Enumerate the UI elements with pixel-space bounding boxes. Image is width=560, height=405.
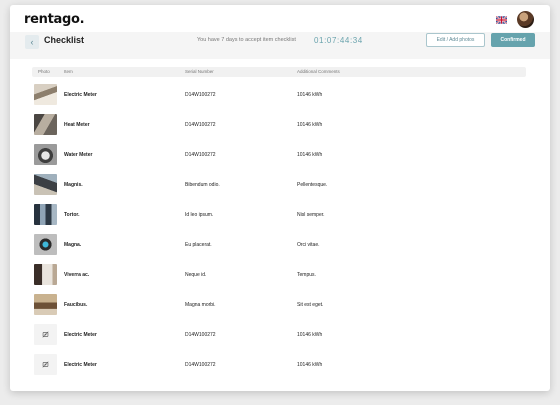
item-photo[interactable] (34, 264, 57, 285)
table-row[interactable]: Electric Meter D14W100272 10146 kWh (32, 319, 526, 349)
table-cell-serial: D14W100272 (185, 122, 216, 128)
accept-message: You have 7 days to accept item checklist (197, 37, 296, 43)
item-photo[interactable] (34, 114, 57, 135)
table-cell-serial: Bibendum odio. (185, 182, 220, 188)
logo[interactable]: rentago. (24, 12, 85, 27)
table-cell-item: Magna. (64, 242, 82, 248)
table-cell-comment: 10146 kWh (297, 92, 323, 98)
column-header-serial: Serial Number (185, 69, 214, 74)
table-cell-comment: 10146 kWh (297, 332, 323, 338)
table-cell-item: Faucibus. (64, 302, 88, 308)
table-cell-item: Electric Meter (64, 362, 97, 368)
table-cell-item: Electric Meter (64, 332, 97, 338)
table-cell-serial: D14W100272 (185, 362, 216, 368)
table-row[interactable]: Faucibus. Magna morbi. Sit est eget. (32, 289, 526, 319)
back-button[interactable]: ‹ (25, 35, 39, 49)
table-cell-item: Tortor. (64, 212, 80, 218)
confirmed-button[interactable]: Confirmed (491, 33, 535, 47)
table-row[interactable]: Electric Meter D14W100272 10146 kWh (32, 79, 526, 109)
no-image-icon[interactable] (34, 354, 57, 375)
page-title: Checklist (44, 35, 85, 45)
table-cell-serial: Magna morbi. (185, 302, 216, 308)
table-row[interactable]: Water Meter D14W100272 10146 kWh (32, 139, 526, 169)
uk-flag-icon[interactable] (496, 16, 507, 24)
table-row[interactable]: Tortor. Id leo ipsum. Nisl semper. (32, 199, 526, 229)
table-row[interactable]: Electric Meter D14W100272 10146 kWh (32, 349, 526, 379)
countdown-timer: 01:07:44:34 (314, 36, 363, 45)
checklist-table: Photo Item Serial Number Additional Comm… (32, 67, 526, 380)
column-header-item: Item (64, 69, 73, 74)
table-cell-item: Magnis. (64, 182, 83, 188)
no-image-icon (42, 331, 49, 338)
table-cell-comment: Nisl semper. (297, 212, 325, 218)
table-cell-comment: Tempus. (297, 272, 316, 278)
table-cell-comment: 10146 kWh (297, 122, 323, 128)
table-row[interactable]: Heat Meter D14W100272 10146 kWh (32, 109, 526, 139)
item-photo[interactable] (34, 144, 57, 165)
table-cell-item: Viverra ac. (64, 272, 90, 278)
table-cell-item: Electric Meter (64, 92, 97, 98)
table-cell-item: Water Meter (64, 152, 93, 158)
avatar[interactable] (517, 11, 534, 28)
table-cell-serial: D14W100272 (185, 152, 216, 158)
table-row[interactable]: Viverra ac. Neque id. Tempus. (32, 259, 526, 289)
item-photo[interactable] (34, 204, 57, 225)
no-image-icon[interactable] (34, 324, 57, 345)
item-photo[interactable] (34, 294, 57, 315)
table-cell-serial: D14W100272 (185, 332, 216, 338)
no-image-icon (42, 361, 49, 368)
chevron-left-icon: ‹ (30, 36, 34, 47)
item-photo[interactable] (34, 84, 57, 105)
table-cell-comment: 10146 kWh (297, 152, 323, 158)
column-header-photo: Photo (38, 69, 50, 74)
top-bar: rentago. (10, 5, 550, 32)
app-window: rentago. ‹ Checklist You have 7 days to … (10, 5, 550, 391)
column-header-comments: Additional Comments (297, 69, 340, 74)
table-cell-serial: Id leo ipsum. (185, 212, 214, 218)
table-cell-serial: Eu placerat. (185, 242, 212, 248)
item-photo[interactable] (34, 174, 57, 195)
edit-add-photos-button[interactable]: Edit / Add photos (426, 33, 485, 47)
table-header: Photo Item Serial Number Additional Comm… (32, 67, 526, 77)
table-cell-serial: Neque id. (185, 272, 207, 278)
table-cell-serial: D14W100272 (185, 92, 216, 98)
table-cell-comment: 10146 kWh (297, 362, 323, 368)
table-cell-item: Heat Meter (64, 122, 90, 128)
table-row[interactable]: Magna. Eu placerat. Orci vitae. (32, 229, 526, 259)
page-header: ‹ Checklist You have 7 days to accept it… (10, 32, 550, 59)
table-cell-comment: Sit est eget. (297, 302, 324, 308)
table-cell-comment: Orci vitae. (297, 242, 320, 248)
table-cell-comment: Pellentesque. (297, 182, 328, 188)
item-photo[interactable] (34, 234, 57, 255)
table-row[interactable]: Magnis. Bibendum odio. Pellentesque. (32, 169, 526, 199)
